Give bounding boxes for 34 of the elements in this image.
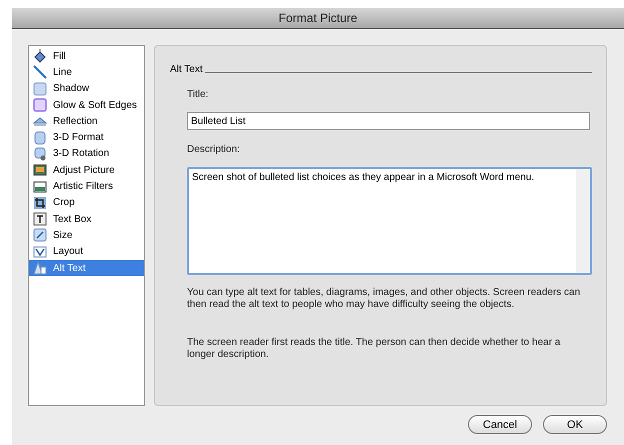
picture-icon: [33, 163, 47, 178]
sidebar-item[interactable]: Fill: [29, 48, 144, 64]
text-box-icon: [33, 212, 47, 226]
sidebar-item[interactable]: 3-D Format: [29, 129, 144, 146]
sidebar-item[interactable]: Artistic Filters: [29, 178, 144, 195]
sidebar-item[interactable]: Adjust Picture: [29, 162, 144, 178]
help-text: You can type alt text for tables, diagrams, images, and other objects. Screen readers can then read the alt text to people who may have difficulty seeing the objects.: [187, 287, 582, 311]
crop-icon: [33, 196, 47, 210]
sidebar-item[interactable]: Layout: [29, 244, 144, 260]
sidebar-item[interactable]: 3-D Rotation: [29, 146, 144, 162]
sidebar-item[interactable]: Text Box: [29, 210, 144, 228]
cancel-button[interactable]: Cancel: [468, 415, 532, 434]
title-field[interactable]: Bulleted List: [187, 112, 590, 130]
sidebar-item[interactable]: Line: [29, 64, 144, 81]
line-icon: [33, 65, 47, 80]
ok-button[interactable]: OK: [543, 415, 607, 434]
glow-icon: [33, 98, 47, 112]
description-field[interactable]: Screen shot of bulleted list choices as they appear in a Microsoft Word menu.: [187, 167, 592, 275]
sidebar-item[interactable]: Alt Text: [29, 260, 144, 276]
sidebar-item[interactable]: Reflection: [29, 113, 144, 130]
shadow-icon: [33, 82, 47, 96]
sidebar-item[interactable]: Glow & Soft Edges: [29, 96, 144, 114]
field-label: Description:: [187, 144, 241, 155]
picture-icon: [33, 180, 47, 194]
sidebar-item[interactable]: Size: [29, 227, 144, 244]
alt-text-icon: [33, 261, 47, 275]
sidebar-item[interactable]: Shadow: [29, 80, 144, 97]
window-title: Format Picture: [278, 11, 358, 25]
sidebar-item[interactable]: Crop: [29, 194, 144, 211]
resize-icon: [33, 228, 47, 242]
section-heading: Alt Text: [170, 64, 203, 75]
layout-icon: [33, 244, 47, 259]
help-text: The screen reader first reads the title. The person can then decide whether to hear a longer description.: [187, 337, 562, 361]
field-label: Title:: [187, 89, 210, 100]
